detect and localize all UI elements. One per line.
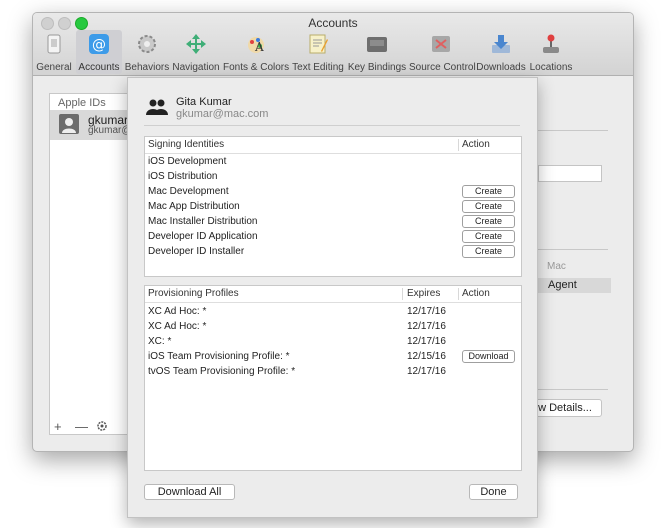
column-header-action[interactable]: Action [462, 286, 490, 301]
table-row[interactable]: iOS Team Provisioning Profile: * 12/15/1… [145, 349, 521, 364]
add-account-button[interactable]: + [54, 419, 62, 434]
tab-behaviors[interactable]: Behaviors [124, 30, 170, 74]
text-editing-icon [307, 33, 329, 55]
source-control-icon [430, 33, 452, 55]
account-details-sheet: Gita Kumar gkumar@mac.com Signing Identi… [127, 77, 538, 518]
user-email: gkumar@mac.com [176, 108, 269, 120]
table-row[interactable]: iOS Distribution [145, 169, 521, 184]
column-header-action[interactable]: Action [462, 137, 490, 152]
apple-ids-header: Apple IDs [58, 97, 106, 109]
table-row[interactable]: iOS Development [145, 154, 521, 169]
tab-text-editing[interactable]: Text Editing [291, 30, 345, 74]
window-title: Accounts [308, 16, 358, 30]
tab-key-bindings[interactable]: Key Bindings [347, 30, 407, 74]
tab-source-control[interactable]: Source Control [409, 30, 476, 74]
column-header-provisioning-profiles[interactable]: Provisioning Profiles [148, 286, 239, 301]
team-users-icon [146, 99, 168, 115]
column-header-signing-identities[interactable]: Signing Identities [148, 137, 224, 152]
team-role-cell: Agent [538, 278, 611, 293]
profile-name: XC: * [148, 336, 172, 347]
identity-name: Mac Installer Distribution [148, 216, 258, 227]
detail-divider-bottom [538, 389, 608, 390]
at-icon: @ [88, 33, 110, 55]
create-button[interactable]: Create [462, 215, 515, 228]
identity-name: iOS Development [148, 156, 227, 167]
remove-account-button[interactable]: — [75, 419, 88, 434]
table-row[interactable]: Mac App Distribution Create [145, 199, 521, 214]
user-name: Gita Kumar [176, 96, 232, 108]
tab-fonts-colors[interactable]: A Fonts & Colors [223, 30, 289, 74]
table-row[interactable]: XC: * 12/17/16 [145, 334, 521, 349]
table-row[interactable]: Developer ID Application Create [145, 229, 521, 244]
avatar-icon [59, 114, 79, 134]
column-divider [402, 288, 403, 300]
font-palette-icon: A [245, 33, 267, 55]
table-row[interactable]: Mac Installer Distribution Create [145, 214, 521, 229]
table-row[interactable]: tvOS Team Provisioning Profile: * 12/17/… [145, 364, 521, 379]
profile-name: XC Ad Hoc: * [148, 321, 207, 332]
tab-downloads[interactable]: Downloads [476, 30, 526, 74]
table-row[interactable]: Developer ID Installer Create [145, 244, 521, 259]
gear-icon[interactable] [96, 420, 108, 435]
general-icon [43, 33, 65, 55]
identity-name: Developer ID Installer [148, 246, 245, 257]
table-row[interactable]: Mac Development Create [145, 184, 521, 199]
column-divider [458, 288, 459, 300]
gears-icon [136, 33, 158, 55]
profile-expires: 12/17/16 [407, 306, 446, 317]
identity-name: Mac App Distribution [148, 201, 240, 212]
profile-expires: 12/15/16 [407, 351, 446, 362]
svg-text:A: A [254, 40, 264, 54]
column-header-expires[interactable]: Expires [407, 286, 440, 301]
profile-expires: 12/17/16 [407, 336, 446, 347]
signing-table-header: Signing Identities Action [145, 137, 521, 154]
download-profile-button[interactable]: Download [462, 350, 515, 363]
column-divider [458, 139, 459, 151]
header-separator [144, 125, 520, 126]
account-email: gkumar@ [88, 125, 132, 136]
detail-divider-middle [538, 249, 608, 250]
profiles-table-header: Provisioning Profiles Expires Action [145, 286, 521, 303]
profile-name: tvOS Team Provisioning Profile: * [148, 366, 296, 377]
create-button[interactable]: Create [462, 200, 515, 213]
provisioning-profiles-table[interactable]: Provisioning Profiles Expires Action XC … [144, 285, 522, 471]
joystick-icon [540, 33, 562, 55]
create-button[interactable]: Create [462, 230, 515, 243]
navigation-arrows-icon [185, 33, 207, 55]
download-all-button[interactable]: Download All [144, 484, 235, 500]
tab-locations[interactable]: Locations [528, 30, 574, 74]
table-row[interactable]: XC Ad Hoc: * 12/17/16 [145, 304, 521, 319]
create-button[interactable]: Create [462, 245, 515, 258]
profile-name: iOS Team Provisioning Profile: * [148, 351, 290, 362]
tab-accounts[interactable]: @ Accounts [76, 30, 122, 74]
identity-name: Developer ID Application [148, 231, 258, 242]
view-details-button[interactable]: w Details... [528, 399, 602, 417]
title-bar: Accounts General @ Accounts Behaviors Na… [33, 13, 633, 76]
tab-navigation[interactable]: Navigation [172, 30, 220, 74]
keyboard-icon [366, 33, 388, 55]
tab-general[interactable]: General [35, 30, 73, 74]
profile-expires: 12/17/16 [407, 366, 446, 377]
downloads-icon [490, 33, 512, 55]
column-header-mac: Mac [547, 261, 566, 272]
table-row[interactable]: XC Ad Hoc: * 12/17/16 [145, 319, 521, 334]
detail-divider-top [538, 130, 608, 131]
done-button[interactable]: Done [469, 484, 518, 500]
description-field[interactable] [538, 165, 602, 182]
svg-text:@: @ [92, 37, 106, 53]
identity-name: Mac Development [148, 186, 229, 197]
identity-name: iOS Distribution [148, 171, 218, 182]
profile-name: XC Ad Hoc: * [148, 306, 207, 317]
profile-expires: 12/17/16 [407, 321, 446, 332]
signing-identities-table[interactable]: Signing Identities Action iOS Developmen… [144, 136, 522, 277]
create-button[interactable]: Create [462, 185, 515, 198]
